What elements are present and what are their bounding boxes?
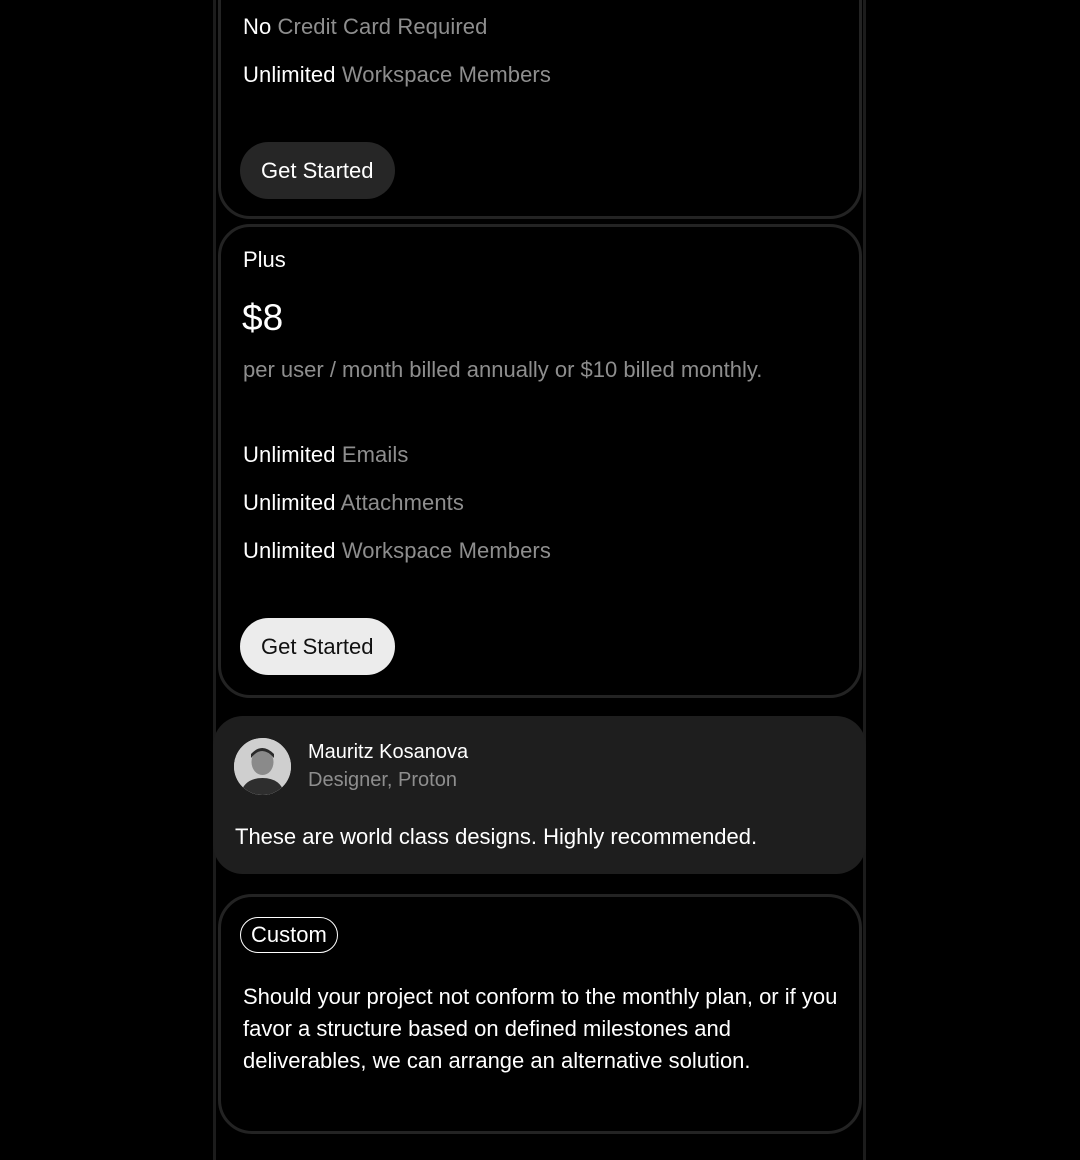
free-plan-card: No Credit Card Required Unlimited Worksp… — [218, 0, 862, 219]
person-icon — [234, 738, 291, 795]
feature-item: Unlimited Workspace Members — [243, 62, 551, 87]
plus-get-started-button[interactable]: Get Started — [240, 618, 395, 675]
plus-plan-card: Plus $8 per user / month billed annually… — [218, 224, 862, 698]
custom-badge: Custom — [240, 917, 338, 953]
custom-plan-card: Custom Should your project not conform t… — [218, 894, 862, 1134]
custom-plan-description: Should your project not conform to the m… — [243, 984, 838, 1073]
plan-price: $8 — [242, 297, 284, 338]
billing-note: per user / month billed annually or $10 … — [243, 357, 763, 382]
feature-item: No Credit Card Required — [243, 14, 488, 39]
avatar — [234, 738, 291, 795]
feature-item: Unlimited Emails — [243, 442, 409, 467]
free-get-started-button[interactable]: Get Started — [240, 142, 395, 199]
feature-item: Unlimited Workspace Members — [243, 538, 551, 563]
testimonial-author: Mauritz Kosanova — [308, 741, 469, 763]
testimonial-card: Mauritz Kosanova Designer, Proton These … — [213, 716, 866, 874]
plan-name: Plus — [243, 247, 286, 272]
testimonial-role: Designer, Proton — [308, 769, 457, 791]
testimonial-quote: These are world class designs. Highly re… — [235, 824, 758, 849]
feature-item: Unlimited Attachments — [243, 490, 464, 515]
